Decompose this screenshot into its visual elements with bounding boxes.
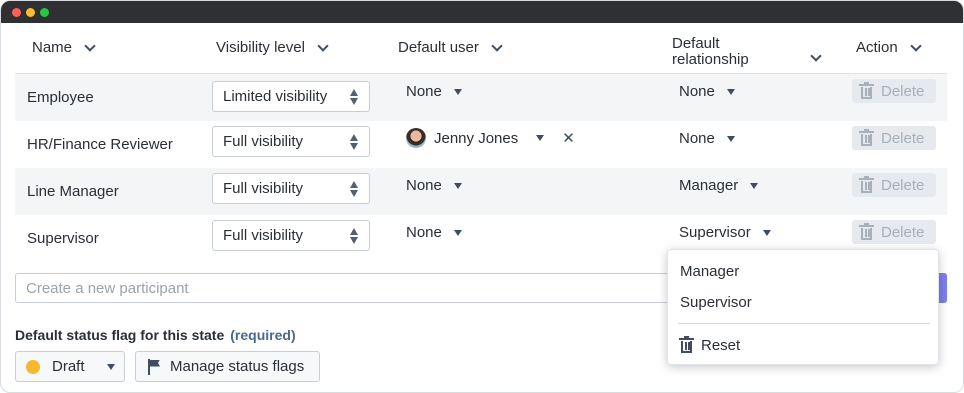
visibility-value: Full visibility <box>223 133 304 150</box>
status-flag-dropdown[interactable]: Draft <box>15 351 125 382</box>
visibility-value: Full visibility <box>223 227 304 244</box>
participant-name: Employee <box>27 89 94 106</box>
trash-icon <box>859 175 874 193</box>
caret-down-icon <box>453 229 462 236</box>
column-header-label: Default relationship <box>672 35 749 68</box>
clear-icon[interactable]: ✕ <box>562 129 575 147</box>
caret-down-icon <box>453 182 462 189</box>
menu-item-label: Supervisor <box>680 294 752 311</box>
default-user-value: None <box>406 224 442 241</box>
chevron-down-icon <box>317 39 329 52</box>
column-header-default-relationship[interactable]: Default relationship <box>672 35 822 68</box>
column-header-action[interactable]: Action <box>856 39 922 56</box>
trash-icon <box>859 222 874 240</box>
caret-down-icon <box>453 88 462 95</box>
flag-icon <box>148 358 160 375</box>
chevron-down-icon <box>84 39 96 52</box>
default-user-dropdown[interactable]: None <box>406 83 462 100</box>
status-color-dot <box>26 359 40 374</box>
status-flag-label-text: Default status flag for this state <box>15 327 225 343</box>
chevron-down-icon <box>491 39 503 52</box>
select-arrows-icon <box>350 134 359 150</box>
status-flag-value: Draft <box>52 358 85 375</box>
participant-name: Supervisor <box>27 230 99 247</box>
trash-icon <box>859 81 874 99</box>
visibility-select[interactable]: Full visibility <box>212 173 370 204</box>
column-header-visibility[interactable]: Visibility level <box>216 39 329 56</box>
chevron-down-icon <box>910 39 922 52</box>
caret-down-icon <box>726 135 735 142</box>
caret-down-icon <box>762 229 771 236</box>
select-arrows-icon <box>350 181 359 197</box>
visibility-select[interactable]: Full visibility <box>212 220 370 251</box>
relationship-dropdown[interactable]: None <box>679 130 735 147</box>
default-user-value: Jenny Jones <box>434 129 519 147</box>
relationship-value: None <box>679 130 715 147</box>
visibility-value: Full visibility <box>223 180 304 197</box>
column-header-name[interactable]: Name <box>32 39 96 56</box>
visibility-select[interactable]: Limited visibility <box>212 81 370 112</box>
caret-down-icon <box>536 135 545 141</box>
menu-item-manager[interactable]: Manager <box>680 263 739 280</box>
select-arrows-icon <box>350 228 359 244</box>
default-user-value: None <box>406 83 442 100</box>
caret-down-icon <box>726 88 735 95</box>
app-window: Name Visibility level Default user Defau… <box>0 0 964 393</box>
delete-label: Delete <box>881 82 925 100</box>
visibility-select[interactable]: Full visibility <box>212 126 370 157</box>
select-arrows-icon <box>350 89 359 105</box>
menu-item-reset[interactable]: Reset <box>679 336 741 354</box>
default-user-dropdown[interactable]: None <box>406 224 462 241</box>
relationship-menu: Manager Supervisor Reset <box>667 249 939 365</box>
trash-icon <box>859 128 874 146</box>
menu-divider <box>678 323 930 324</box>
column-header-label: Name <box>32 39 73 56</box>
default-user-dropdown[interactable]: None <box>406 177 462 194</box>
delete-button[interactable]: Delete <box>852 126 936 150</box>
required-indicator: (required) <box>230 327 296 343</box>
default-user-dropdown[interactable]: Jenny Jones ✕ <box>406 128 575 148</box>
maximize-window-button[interactable] <box>40 8 49 17</box>
menu-item-label: Reset <box>701 337 741 354</box>
relationship-dropdown[interactable]: Supervisor <box>679 224 771 241</box>
column-header-label: Action <box>856 39 898 56</box>
relationship-dropdown[interactable]: Manager <box>679 177 759 194</box>
table-row: Employee Limited visibility None None De… <box>15 74 947 121</box>
menu-item-supervisor[interactable]: Supervisor <box>680 294 752 311</box>
delete-label: Delete <box>881 129 925 147</box>
table-row: HR/Finance Reviewer Full visibility Jenn… <box>15 121 947 168</box>
minimize-window-button[interactable] <box>26 8 35 17</box>
column-header-label: Default user <box>398 39 479 56</box>
caret-down-icon <box>106 363 115 370</box>
chevron-down-icon <box>810 50 822 62</box>
relationship-value: Supervisor <box>679 224 751 241</box>
relationship-value: Manager <box>679 177 739 194</box>
trash-icon <box>679 336 694 353</box>
participant-name: Line Manager <box>27 183 119 200</box>
caret-down-icon <box>750 182 759 189</box>
menu-item-label: Manager <box>680 263 740 280</box>
delete-button[interactable]: Delete <box>852 173 936 197</box>
delete-button[interactable]: Delete <box>852 79 936 103</box>
title-bar <box>1 1 963 23</box>
table-row: Line Manager Full visibility None Manage… <box>15 168 947 215</box>
delete-label: Delete <box>881 223 925 241</box>
table-header: Name Visibility level Default user Defau… <box>15 23 947 74</box>
manage-status-flags-label: Manage status flags <box>170 358 305 375</box>
column-header-default-user[interactable]: Default user <box>398 39 503 56</box>
manage-status-flags-button[interactable]: Manage status flags <box>135 351 320 382</box>
relationship-dropdown[interactable]: None <box>679 83 735 100</box>
column-header-label: Visibility level <box>216 39 305 56</box>
status-flag-label: Default status flag for this state (requi… <box>15 327 296 343</box>
default-user-value: None <box>406 177 442 194</box>
avatar <box>406 128 426 148</box>
close-window-button[interactable] <box>12 8 21 17</box>
delete-button[interactable]: Delete <box>852 220 936 244</box>
relationship-value: None <box>679 83 715 100</box>
delete-label: Delete <box>881 176 925 194</box>
visibility-value: Limited visibility <box>223 88 328 105</box>
participant-name: HR/Finance Reviewer <box>27 136 173 153</box>
